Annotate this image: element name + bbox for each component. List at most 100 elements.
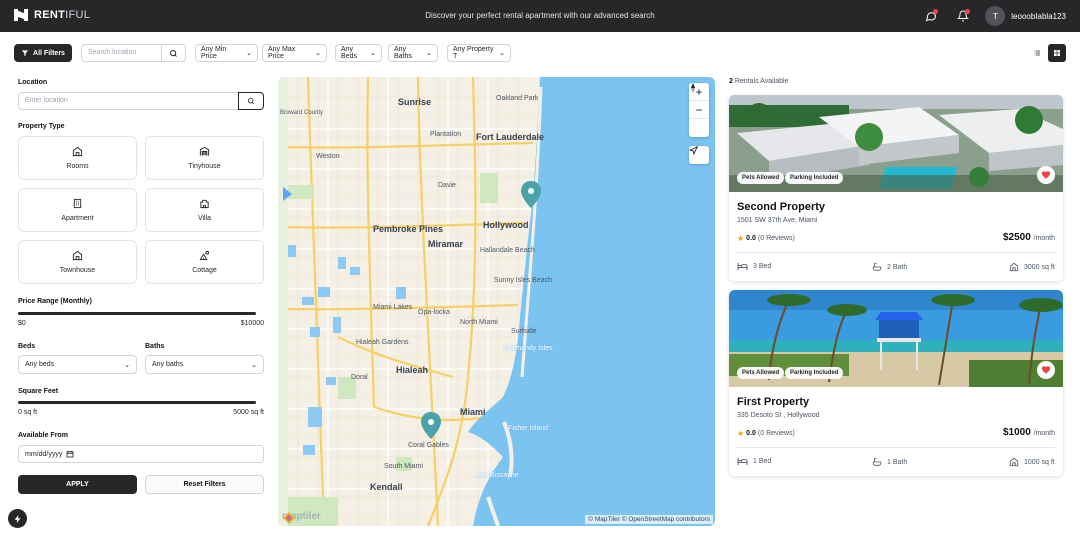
tent-tree-icon: [199, 250, 210, 261]
beds-select[interactable]: Any beds ⌄: [18, 355, 137, 374]
beds-label: Beds: [18, 343, 36, 350]
notifications-button[interactable]: [953, 6, 973, 26]
map-view[interactable]: Sunrise Oakland Park Plantation Fort Lau…: [278, 77, 715, 526]
favorite-button[interactable]: [1037, 361, 1055, 379]
map-label-weston: Weston: [316, 153, 340, 160]
property-title[interactable]: Second Property: [737, 201, 825, 213]
map-canvas[interactable]: [278, 77, 715, 526]
list-view-button[interactable]: [1028, 44, 1046, 62]
chevron-down-icon: ⌄: [499, 50, 505, 57]
home-icon: [72, 250, 83, 261]
property-card[interactable]: Pets Allowed Parking Included Second Pro…: [729, 95, 1063, 281]
map-label-kendall: Kendall: [370, 482, 403, 492]
brand-logo-link[interactable]: RENTIFUL: [14, 9, 90, 21]
bell-notification-dot: [965, 9, 971, 14]
geolocate-control: [689, 146, 709, 164]
geolocate-button[interactable]: [689, 146, 709, 164]
chevron-down-icon: ⌄: [370, 50, 376, 57]
min-price-select[interactable]: Any Min Price ⌄: [195, 44, 258, 62]
map-label-north-miami: North Miami: [460, 319, 498, 326]
compass-button[interactable]: [689, 83, 709, 137]
location-input[interactable]: Enter location: [18, 92, 239, 110]
compass-icon: [690, 83, 696, 93]
property-sqft: 1000 sq ft: [1009, 457, 1055, 467]
map-label-normandy-isles: Normandy Isles: [504, 345, 553, 352]
reset-filters-button[interactable]: Reset Filters: [145, 475, 264, 494]
baths-select[interactable]: Any Baths ⌄: [388, 44, 438, 62]
price-range-label: Price Range (Monthly): [18, 298, 92, 305]
property-image[interactable]: Pets Allowed Parking Included: [729, 95, 1063, 192]
map-label-broward-county: Broward County: [280, 110, 324, 116]
card-divider: [737, 252, 1055, 253]
zoom-out-button[interactable]: −: [689, 101, 709, 119]
map-label-miramar: Miramar: [428, 239, 464, 249]
map-label-miami: Miami: [460, 407, 486, 417]
property-beds: 3 Bed: [737, 262, 771, 271]
property-type-villa[interactable]: Villa: [145, 188, 264, 232]
beds-select[interactable]: Any Beds ⌄: [335, 44, 382, 62]
map-label-key-biscayne: Key Biscayne: [476, 472, 519, 479]
map-label-hialeah: Hialeah: [396, 365, 429, 375]
all-filters-button[interactable]: All Filters: [14, 44, 72, 62]
chevron-down-icon: ⌄: [426, 50, 432, 57]
available-from-label: Available From: [18, 432, 68, 439]
username[interactable]: leooobIabla123: [1011, 12, 1066, 21]
baths-label: Baths: [145, 343, 165, 350]
tag-parking-included: Parking Included: [785, 172, 844, 184]
map-label-fort-lauderdale: Fort Lauderdale: [476, 132, 545, 142]
brand-icon: [14, 9, 28, 21]
property-type-townhouse[interactable]: Townhouse: [18, 240, 137, 284]
max-price-select[interactable]: Any Max Price ⌄: [262, 44, 327, 62]
map-label-fisher-island: Fisher Island: [508, 425, 549, 432]
property-beds: 1 Bed: [737, 457, 771, 466]
messages-button[interactable]: [921, 6, 941, 26]
house-icon: [1009, 457, 1019, 467]
property-type-select[interactable]: Any Property T ⌄: [447, 44, 511, 62]
bath-icon: [872, 457, 882, 466]
star-icon: ★: [737, 234, 745, 243]
map-label-south-miami: South Miami: [384, 463, 423, 470]
price-range-slider[interactable]: [18, 312, 256, 315]
baths-select[interactable]: Any baths ⌄: [145, 355, 264, 374]
chevron-down-icon: ⌄: [246, 50, 252, 57]
map-label-miami-lakes: Miami Lakes: [373, 304, 413, 311]
property-type-apartment[interactable]: Apartment: [18, 188, 137, 232]
chevron-down-icon: ⌄: [124, 361, 130, 369]
property-type-tinyhouse[interactable]: Tinyhouse: [145, 136, 264, 180]
property-address: 335 Desoto St , Hollywood: [737, 412, 820, 419]
search-button[interactable]: [162, 44, 186, 62]
available-from-date-input[interactable]: mm/dd/yyyy: [18, 445, 264, 463]
heart-icon: [1041, 171, 1051, 179]
maptiler-icon: [283, 512, 295, 524]
maptiler-logo[interactable]: maptiler: [282, 511, 321, 524]
square-feet-slider[interactable]: [18, 401, 256, 404]
property-image[interactable]: Pets Allowed Parking Included: [729, 290, 1063, 387]
apply-button[interactable]: APPLY: [18, 475, 137, 494]
bath-icon: [872, 262, 882, 271]
property-address: 1501 SW 37th Ave, Miami: [737, 217, 818, 224]
sqft-max-label: 5000 sq ft: [233, 409, 264, 416]
chevron-down-icon: ⌄: [315, 50, 321, 57]
calendar-icon: [66, 451, 74, 458]
devtools-badge-button[interactable]: [8, 509, 27, 528]
warehouse-icon: [199, 146, 210, 156]
property-title[interactable]: First Property: [737, 396, 809, 408]
map-attribution[interactable]: © MapTiler © OpenStreetMap contributors: [585, 515, 713, 524]
map-label-doral: Doral: [351, 374, 368, 381]
property-type-cottage[interactable]: Cottage: [145, 240, 264, 284]
bed-icon: [737, 457, 748, 466]
map-label-oakland-park: Oakland Park: [496, 95, 539, 102]
grid-view-button[interactable]: [1048, 44, 1066, 62]
property-card[interactable]: Pets Allowed Parking Included First Prop…: [729, 290, 1063, 476]
map-label-hialeah-gardens: Hialeah Gardens: [356, 339, 409, 346]
building-icon: [73, 198, 82, 209]
filter-bar: All Filters Search location Any Min Pric…: [14, 44, 1066, 62]
map-label-hollywood: Hollywood: [483, 220, 529, 230]
user-avatar[interactable]: T: [985, 6, 1006, 26]
property-type-rooms[interactable]: Rooms: [18, 136, 137, 180]
tag-pets-allowed: Pets Allowed: [737, 367, 785, 379]
favorite-button[interactable]: [1037, 166, 1055, 184]
search-location-input[interactable]: Search location: [81, 44, 162, 62]
price-max-label: $10000: [240, 320, 264, 327]
location-search-button[interactable]: [238, 92, 264, 110]
